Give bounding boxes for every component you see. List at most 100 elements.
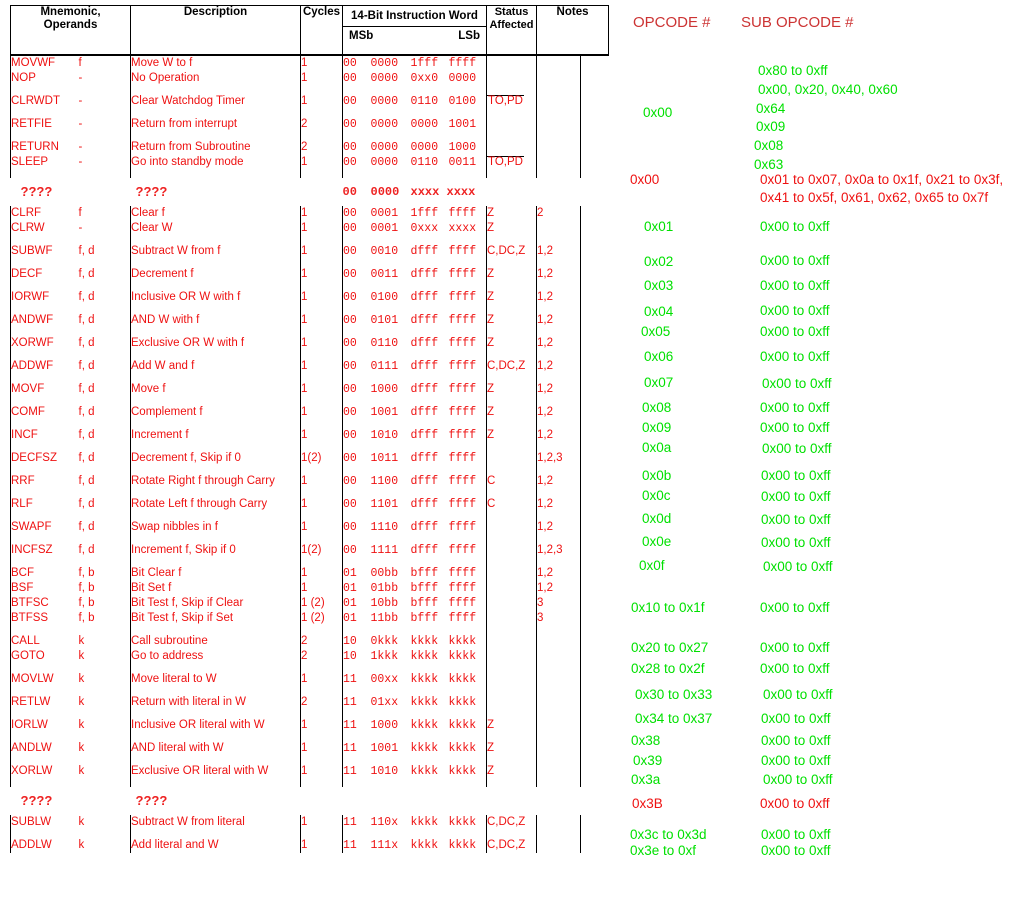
table-row: XORLW k Exclusive OR literal with W 1 11 1010… [10,764,609,779]
cell-notes: 1,2 [536,428,581,443]
cell-mnemonic: RETURN [10,140,79,155]
cell-description: Move literal to W [130,672,301,687]
cell-operands: f, d [78,268,95,280]
table-row: SWAPF f, d Swap nibbles in f 1 00 1110 dfff fff… [10,520,609,535]
sub-opcode-value: 0x64 [756,101,786,116]
cell-bits-3: 1001 [448,118,477,131]
cell-operands: k [78,816,85,828]
cell-cycles: 1 [300,359,343,374]
cell-operands: f [78,54,131,71]
cell-notes: 1,2 [536,336,581,351]
header-msb: MSb [349,30,374,42]
cell-status-affected: Z [486,206,537,221]
cell-description: Bit Test f, Skip if Set [130,611,301,626]
cell-operands: k [78,719,85,731]
sub-opcode-value: 0x00 to 0xff [760,349,830,364]
cell-bits-1: 1001 [370,406,399,419]
opcode-value: 0x00 [643,105,673,120]
sub-opcode-value: 0x80 to 0xff [758,63,828,78]
sub-opcode-value: 0x00 to 0xff [762,376,832,391]
cell-bits-2: 1fff [410,54,449,71]
cell-status-affected [486,54,537,71]
cell-bits-1: 0011 [370,268,399,281]
cell-notes: 1,2 [536,359,581,374]
table-row: NOP - No Operation 1 00 0000 0xx0 0000 [10,71,609,86]
cell-description: Call subroutine [130,634,301,649]
cell-cycles: 1 [300,206,343,221]
cell-mnemonic: BSF [10,581,79,596]
cell-edge [579,764,609,779]
cell-bits-3: 0011 [448,156,477,169]
sub-opcode-value: 0x00 to 0xff [760,420,830,435]
cell-operands: f, d [78,475,95,487]
cell-bits-0: 00 [342,451,371,466]
cell-edge [579,611,609,626]
sub-opcode-value: 0x00 to 0xff [763,559,833,574]
cell-cycles: 2 [300,634,343,649]
opcode-value: 0x06 [644,349,674,364]
cell-notes [536,94,581,109]
cell-bits-1: 0000 [370,118,399,131]
cell-mnemonic: SUBLW [10,815,79,830]
table-row: COMF f, d Complement f 1 00 1001 dfff ffff Z 1,2 [10,405,609,420]
cell-bits-3: kkkk [448,816,477,829]
opcode-value: 0x3e to 0xf [630,843,697,858]
cell-status-affected [486,140,537,155]
opcode-value: 0x04 [644,304,674,319]
cell-edge [579,140,609,155]
table-row: ADDLW k Add literal and W 1 11 111x kkkk kkkk C,… [10,838,609,853]
table-row: SLEEP - Go into standby mode 1 00 0000 0110 001… [10,155,609,170]
cell-notes: 3 [536,611,581,626]
cell-edge [579,474,609,489]
table-row: RRF f, d Rotate Right f through Carry 1 00 11… [10,474,609,489]
cell-cycles: 1 [300,267,343,282]
cell-bits-2: dfff [410,314,439,327]
cell-notes: 1,2 [536,566,581,581]
cell-cycles: 1 [300,155,343,170]
cell-bits-1: 0000 [370,72,399,85]
cell-bits-2: bfff [410,582,439,595]
table-row: BTFSC f, b Bit Test f, Skip if Clear 1 (2) 0… [10,596,609,611]
opcode-value: 0x3B [632,796,663,811]
cell-cycles: 1 [300,382,343,397]
header-mnemonic-line1: Mnemonic, [40,6,101,18]
opcode-value: 0x02 [644,254,674,269]
table-row: CALL k Call subroutine 2 10 0kkk kkkk kkkk [10,634,609,649]
cell-mnemonic: MOVWF [10,54,79,71]
cell-status-affected: C,DC,Z [486,815,537,830]
cell-cycles: 1 [300,71,343,86]
table-row: MOVF f, d Move f 1 00 1000 dfff ffff Z 1,2 [10,382,609,397]
cell-bits-0: 11 [342,741,371,756]
cell-bits-1: 01xx [370,696,399,709]
cell-bits-2: kkkk [410,635,439,648]
cell-bits-2: bfff [410,597,439,610]
cell-operands: f, b [78,567,95,579]
cell-notes: 3 [536,596,581,611]
cell-notes [536,838,581,853]
cell-bits-1: 110x [370,816,399,829]
cell-bits-2: dfff [410,475,439,488]
header-lsb: LSb [458,30,480,42]
cell-bits-1: 1111 [370,544,399,557]
cell-status-affected: Z [486,741,537,756]
sub-opcode-value: 0x00 to 0xff [763,687,833,702]
cell-bits-1: 1000 [370,719,399,732]
cell-description: Decrement f, Skip if 0 [130,451,301,466]
sub-opcode-value: 0x09 [756,119,786,134]
row-spacer [10,687,609,695]
cell-operands: - [78,95,83,107]
cell-edge [579,543,609,558]
cell-bits-0: 00 [342,359,371,374]
cell-description: Bit Clear f [130,566,301,581]
cell-bits-0: 00 [342,290,371,305]
cell-bits-2: bfff [410,612,439,625]
cell-edge [579,838,609,853]
cell-edge [579,497,609,512]
cell-bits-3: kkkk [448,742,477,755]
table-row: ANDLW k AND literal with W 1 11 1001 kkkk kkkk Z [10,741,609,756]
cell-cycles: 1 [300,566,343,581]
row-spacer [10,466,609,474]
opcode-value: 0x0c [642,488,671,503]
cell-cycles: 1 [300,718,343,733]
cell-cycles: 1 [300,520,343,535]
